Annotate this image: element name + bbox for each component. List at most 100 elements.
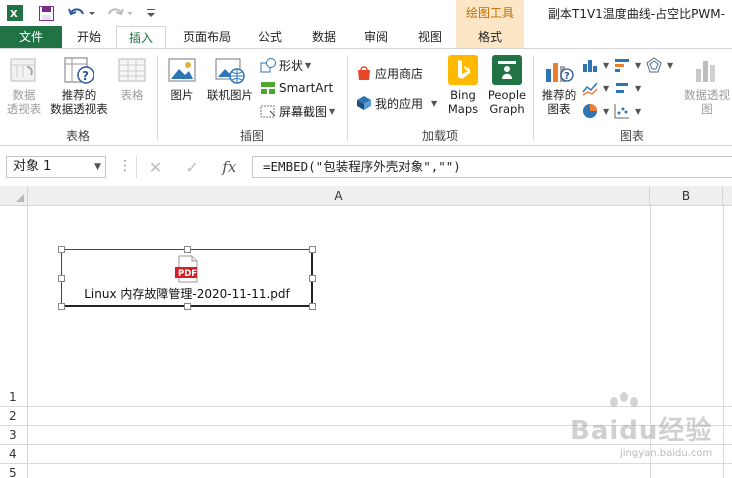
chevron-down-icon: ▼ <box>431 98 438 108</box>
tab-view[interactable]: 视图 <box>408 26 452 48</box>
formula-input[interactable]: =EMBED("包装程序外壳对象","") <box>252 156 732 178</box>
group-addins-label: 加载项 <box>421 129 458 143</box>
tab-review[interactable]: 审阅 <box>356 26 396 48</box>
pdf-icon-label: PDF <box>178 269 197 279</box>
bing-maps-button[interactable]: Bing Maps <box>444 55 482 116</box>
cancel-icon[interactable]: ✕ <box>149 158 162 177</box>
column-chart-icon <box>582 57 598 73</box>
more-options-icon[interactable]: ⋮ <box>118 158 132 174</box>
table-button[interactable]: 表格 <box>112 55 152 102</box>
row-header-5[interactable]: 5 <box>0 464 28 478</box>
row-gridline <box>0 463 28 464</box>
chevron-down-icon: ▼ <box>603 60 610 70</box>
select-all-button[interactable] <box>0 186 28 206</box>
recommended-charts-button[interactable]: ? 推荐的 图表 <box>538 55 580 116</box>
recommended-pivot-button[interactable]: ? 推荐的 数据透视表 <box>48 55 110 116</box>
row-gridline <box>0 444 28 445</box>
resize-handle-bottom-left[interactable] <box>58 303 65 310</box>
tab-insert[interactable]: 插入 <box>116 26 166 49</box>
table-icon <box>117 55 147 85</box>
scatter-chart-button[interactable]: ▼ <box>614 101 641 121</box>
tab-file[interactable]: 文件 <box>0 26 62 48</box>
column-header-b[interactable]: B <box>650 186 723 206</box>
people-graph-button[interactable]: People Graph <box>484 55 530 116</box>
pivot-table-button[interactable]: 数据 透视表 <box>4 55 44 116</box>
store-button[interactable]: 应用商店 <box>356 63 423 83</box>
enter-icon[interactable]: ✓ <box>185 158 198 177</box>
chevron-down-icon[interactable]: ▼ <box>94 157 101 177</box>
document-title: 副本T1V1温度曲线-占空比PWM- <box>548 7 725 21</box>
column-header-a[interactable]: A <box>28 186 650 206</box>
pictures-button[interactable]: 图片 <box>164 55 200 102</box>
chevron-down-icon: ▼ <box>305 60 312 70</box>
pivot-chart-button[interactable]: 数据透视图 <box>680 55 732 116</box>
excel-logo-icon: X <box>6 3 24 23</box>
group-tables-label: 表格 <box>65 129 90 143</box>
my-apps-button[interactable]: 我的应用 ▼ <box>356 93 437 113</box>
watermark-text: Baidu经验 <box>570 416 713 446</box>
name-box[interactable]: 对象 1 ▼ <box>6 156 106 178</box>
undo-icon[interactable] <box>66 3 96 23</box>
online-picture-icon <box>215 55 245 85</box>
shapes-label: 形状 <box>279 58 304 73</box>
row-header-3[interactable]: 3 <box>0 426 28 445</box>
recommended-charts-label: 推荐的 图表 <box>541 88 577 116</box>
screenshot-label: 屏幕截图 <box>279 104 328 119</box>
online-pictures-button[interactable]: 联机图片 <box>204 55 256 102</box>
radar-chart-button[interactable]: ▼ <box>646 55 673 75</box>
smartart-button[interactable]: SmartArt <box>260 78 333 98</box>
recommended-pivot-label: 推荐的 数据透视表 <box>50 88 108 116</box>
my-apps-label: 我的应用 <box>375 96 424 111</box>
embedded-file-name: Linux 内存故障管理-2020-11-11.pdf <box>84 287 290 301</box>
redo-icon[interactable] <box>106 3 136 23</box>
embedded-pdf-object[interactable]: PDF Linux 内存故障管理-2020-11-11.pdf <box>58 246 316 310</box>
tab-formulas[interactable]: 公式 <box>250 26 290 48</box>
line-chart-button[interactable]: ▼ <box>582 78 609 98</box>
resize-handle-left[interactable] <box>58 275 65 282</box>
row-header-2[interactable]: 2 <box>0 407 28 426</box>
customize-qat-icon[interactable] <box>144 3 158 23</box>
resize-handle-bottom-right[interactable] <box>309 303 316 310</box>
drawing-tools-context-label: 绘图工具 <box>456 0 524 26</box>
tab-home[interactable]: 开始 <box>70 26 108 48</box>
pivot-chart-icon <box>692 55 722 85</box>
row-header-4[interactable]: 4 <box>0 445 28 464</box>
screenshot-button[interactable]: 屏幕截图 ▼ <box>260 101 335 121</box>
pivot-table-label: 数据 透视表 <box>6 88 42 116</box>
save-icon[interactable] <box>36 3 56 23</box>
screenshot-icon <box>260 103 276 119</box>
pie-chart-button[interactable]: ▼ <box>582 101 609 121</box>
tab-page-layout[interactable]: 页面布局 <box>176 26 238 48</box>
tab-data[interactable]: 数据 <box>304 26 344 48</box>
resize-handle-top[interactable] <box>184 246 191 253</box>
store-icon <box>356 65 372 81</box>
tab-format[interactable]: 格式 <box>456 26 524 48</box>
svg-text:?: ? <box>564 71 570 82</box>
statistic-chart-button[interactable]: ▼ <box>614 78 641 98</box>
chevron-down-icon: ▼ <box>667 60 674 70</box>
resize-handle-top-left[interactable] <box>58 246 65 253</box>
insert-function-icon[interactable]: fx <box>222 158 236 176</box>
chevron-down-icon: ▼ <box>603 106 610 116</box>
chevron-down-icon: ▼ <box>635 60 642 70</box>
chevron-down-icon: ▼ <box>329 106 336 116</box>
resize-handle-right[interactable] <box>309 275 316 282</box>
resize-handle-top-right[interactable] <box>309 246 316 253</box>
statistic-chart-icon <box>614 80 630 96</box>
group-illustrations-label: 插图 <box>239 129 264 143</box>
row-header-1[interactable]: 1 <box>0 388 28 407</box>
group-charts-label: 图表 <box>619 129 644 143</box>
shapes-button[interactable]: 形状 ▼ <box>260 55 311 75</box>
resize-handle-bottom[interactable] <box>184 303 191 310</box>
column-chart-button[interactable]: ▼ <box>582 55 609 75</box>
hierarchy-chart-button[interactable]: ▼ <box>614 55 641 75</box>
table-label: 表格 <box>120 88 144 102</box>
bing-maps-icon <box>448 55 478 85</box>
svg-text:?: ? <box>82 69 89 83</box>
watermark-url: jingyan.baidu.com <box>620 448 713 459</box>
baidu-paw-icon <box>610 392 638 407</box>
recommended-charts-icon: ? <box>544 55 574 85</box>
formula-controls: ✕ ✓ fx <box>136 156 248 178</box>
title-bar: X 绘图工具 副本T1V1温度曲线-占空比PWM- <box>0 0 732 26</box>
column-header-c[interactable] <box>723 186 732 206</box>
